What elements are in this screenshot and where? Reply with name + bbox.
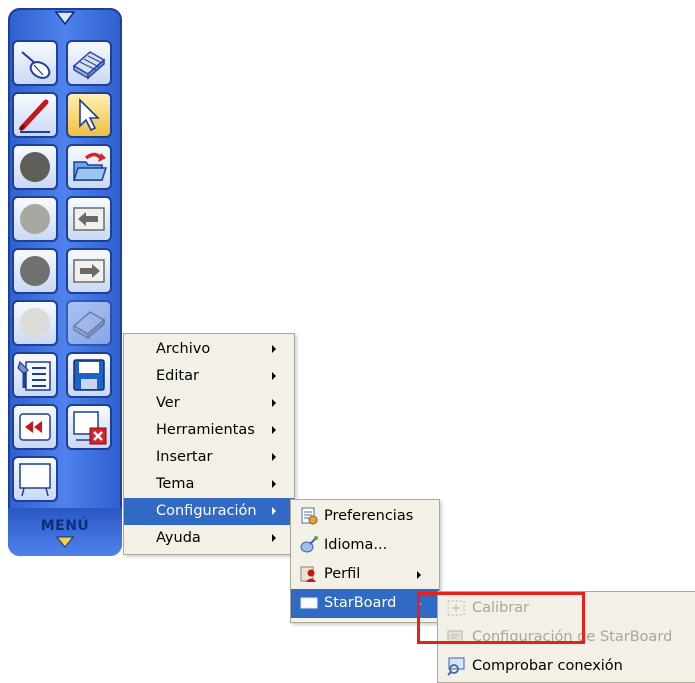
open-file-button[interactable] — [66, 144, 112, 190]
menu-item-idioma[interactable]: Idioma... — [291, 531, 439, 560]
eraser-icon — [72, 51, 106, 80]
preferences-icon — [299, 506, 319, 526]
color-light-gray-button[interactable] — [12, 300, 58, 346]
menu-item-label: Comprobar conexión — [472, 658, 623, 674]
starboard-toolbar: MENÚ — [8, 8, 122, 556]
menu-item-comprobar-conexion[interactable]: Comprobar conexión — [438, 652, 695, 681]
menu-item-archivo[interactable]: Archivo — [124, 336, 294, 363]
save-button[interactable] — [66, 352, 112, 398]
rewind-button[interactable] — [12, 404, 58, 450]
menu-item-label: Insertar — [156, 449, 213, 465]
left-arrow-page-icon — [73, 207, 105, 231]
eraser-button[interactable] — [66, 40, 112, 86]
submenu-arrow-icon — [272, 453, 276, 461]
gray-circle-icon — [20, 204, 50, 234]
menu-item-label: Tema — [156, 476, 195, 492]
eraser-icon — [72, 311, 106, 340]
submenu-arrow-icon — [272, 345, 276, 353]
dark-gray-circle-icon — [20, 152, 50, 182]
menu-item-insertar[interactable]: Insertar — [124, 444, 294, 471]
color-gray-button[interactable] — [12, 196, 58, 242]
profile-icon — [299, 564, 319, 584]
menu-item-perfil[interactable]: Perfil — [291, 560, 439, 589]
rewind-icon — [19, 413, 51, 441]
menu-item-preferencias[interactable]: Preferencias — [291, 502, 439, 531]
submenu-arrow-icon — [272, 399, 276, 407]
menu-item-ver[interactable]: Ver — [124, 390, 294, 417]
menu-item-editar[interactable]: Editar — [124, 363, 294, 390]
menu-item-label: Archivo — [156, 341, 211, 357]
clear-button[interactable] — [66, 300, 112, 346]
submenu-arrow-icon — [272, 507, 276, 515]
floppy-disk-icon — [73, 359, 105, 391]
menu-item-label: Preferencias — [324, 508, 414, 524]
whiteboard-icon — [19, 463, 51, 497]
settings-list-icon — [17, 360, 51, 391]
submenu-arrow-icon — [272, 534, 276, 542]
open-folder-icon — [72, 152, 108, 181]
pointer-button[interactable] — [66, 92, 112, 138]
collapse-toolbar-arrow-icon[interactable] — [8, 10, 122, 32]
cursor-arrow-icon — [79, 98, 100, 132]
red-pen-icon — [18, 99, 50, 133]
mouse-icon — [21, 51, 51, 79]
previous-page-button[interactable] — [66, 196, 112, 242]
board-close-icon — [73, 411, 107, 445]
right-arrow-page-icon — [73, 259, 105, 283]
close-board-button[interactable] — [66, 404, 112, 450]
highlight-callout-box — [417, 592, 585, 644]
color-dark-gray-2-button[interactable] — [12, 248, 58, 294]
menu-arrow-icon — [56, 536, 74, 548]
menu-button[interactable]: MENÚ — [8, 508, 122, 556]
menu-item-label: Editar — [156, 368, 199, 384]
light-gray-circle-icon — [20, 308, 50, 338]
main-menu: Archivo Editar Ver Herramientas Insertar… — [123, 333, 295, 555]
menu-item-label: Ver — [156, 395, 180, 411]
dark-gray-circle-icon — [20, 256, 50, 286]
check-connection-icon — [446, 656, 466, 676]
settings-button[interactable] — [12, 352, 58, 398]
menu-item-label: Ayuda — [156, 530, 201, 546]
pen-button[interactable] — [12, 92, 58, 138]
menu-item-label: Idioma... — [324, 537, 388, 553]
submenu-arrow-icon — [417, 571, 421, 579]
menu-item-label: Perfil — [324, 566, 361, 582]
menu-label: MENÚ — [40, 518, 90, 534]
submenu-arrow-icon — [272, 372, 276, 380]
menu-item-configuracion[interactable]: Configuración — [124, 498, 294, 525]
color-dark-gray-button[interactable] — [12, 144, 58, 190]
menu-item-tema[interactable]: Tema — [124, 471, 294, 498]
menu-item-label: StarBoard — [324, 595, 397, 611]
mouse-mode-button[interactable] — [12, 40, 58, 86]
menu-item-herramientas[interactable]: Herramientas — [124, 417, 294, 444]
menu-item-label: Configuración — [156, 503, 257, 519]
language-icon — [299, 535, 319, 555]
submenu-arrow-icon — [272, 426, 276, 434]
menu-item-ayuda[interactable]: Ayuda — [124, 525, 294, 552]
starboard-icon — [299, 593, 319, 613]
submenu-arrow-icon — [272, 480, 276, 488]
whiteboard-button[interactable] — [12, 456, 58, 502]
menu-item-label: Herramientas — [156, 422, 255, 438]
next-page-button[interactable] — [66, 248, 112, 294]
